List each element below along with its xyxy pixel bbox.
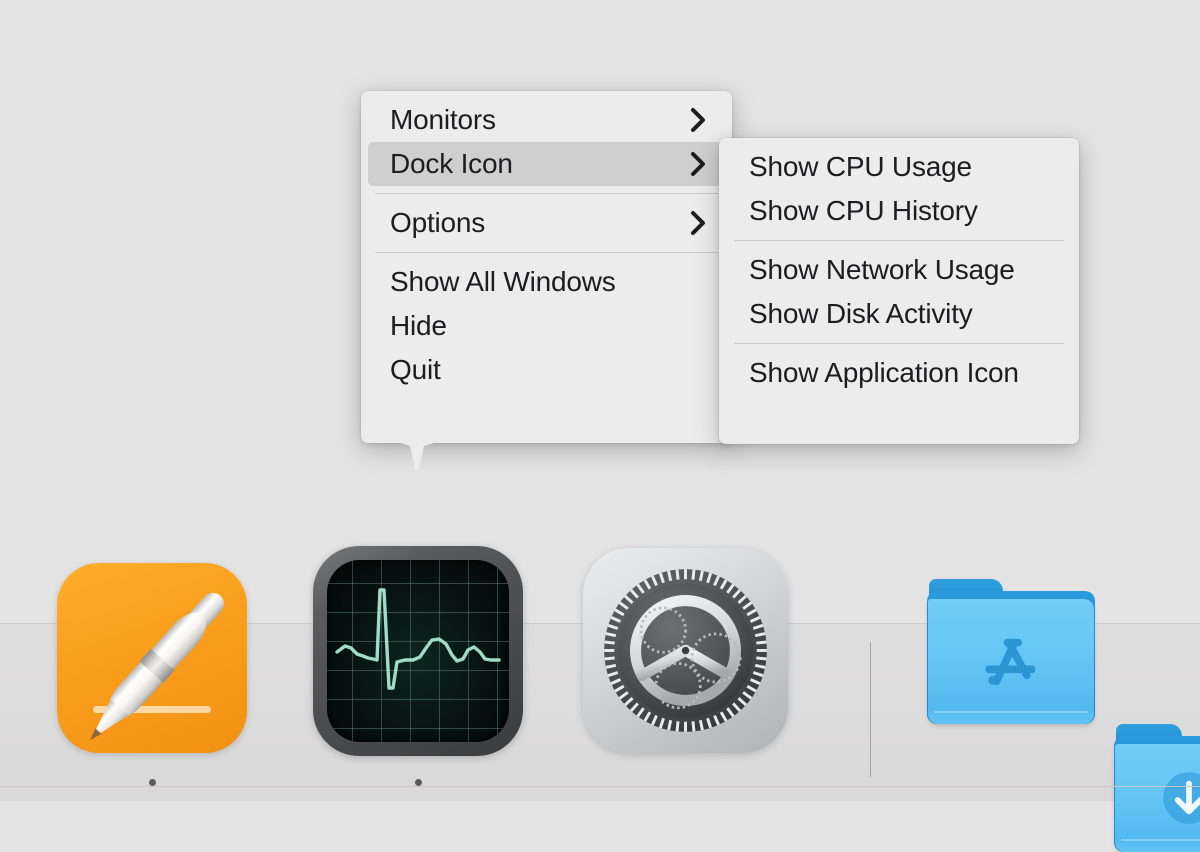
menu-separator — [375, 252, 718, 253]
downloads-folder-icon — [1115, 744, 1200, 852]
pages-icon — [57, 563, 247, 753]
context-menu-pointer — [394, 441, 440, 473]
menu-item-monitors[interactable]: Monitors — [361, 98, 732, 142]
dock-bottom-divider — [0, 786, 1200, 787]
oscilloscope-screen — [327, 560, 509, 742]
gear-icon — [583, 548, 788, 753]
dock-tile-activity-monitor[interactable] — [313, 546, 523, 756]
menu-item-show-cpu-history[interactable]: Show CPU History — [719, 189, 1079, 233]
activity-monitor-icon — [313, 546, 523, 756]
menu-separator — [375, 193, 718, 194]
menu-item-label: Show Network Usage — [749, 254, 1015, 285]
menu-item-label: Quit — [390, 354, 441, 385]
menu-item-label: Show CPU History — [749, 195, 978, 226]
menu-item-show-application-icon[interactable]: Show Application Icon — [719, 351, 1079, 395]
dock-separator — [870, 642, 871, 777]
menu-item-show-network-usage[interactable]: Show Network Usage — [719, 248, 1079, 292]
gear-glyph — [600, 565, 771, 736]
chevron-right-icon — [690, 107, 707, 133]
menu-item-quit[interactable]: Quit — [361, 348, 732, 392]
running-indicator-activity-monitor — [415, 779, 422, 786]
dock-icon-submenu: Show CPU Usage Show CPU History Show Net… — [719, 138, 1079, 444]
menu-item-label: Show All Windows — [390, 266, 616, 297]
applications-folder-icon — [928, 599, 1094, 724]
menu-item-label: Show Application Icon — [749, 357, 1019, 388]
dock-tile-system-preferences[interactable] — [583, 548, 788, 753]
chevron-right-icon — [690, 151, 707, 177]
menu-item-label: Dock Icon — [390, 148, 513, 179]
menu-item-label: Hide — [390, 310, 447, 341]
menu-separator — [734, 343, 1064, 344]
menu-item-dock-icon[interactable]: Dock Icon — [368, 142, 725, 186]
pen-icon — [81, 586, 232, 749]
menu-item-label: Show Disk Activity — [749, 298, 973, 329]
menu-item-show-disk-activity[interactable]: Show Disk Activity — [719, 292, 1079, 336]
menu-item-label: Options — [390, 207, 486, 238]
menu-item-hide[interactable]: Hide — [361, 304, 732, 348]
dock-tile-downloads[interactable] — [1114, 724, 1200, 852]
dock-tile-pages[interactable] — [57, 563, 247, 753]
menu-item-show-all-windows[interactable]: Show All Windows — [361, 260, 732, 304]
download-arrow-icon — [1163, 772, 1200, 824]
ekg-waveform-icon — [335, 588, 501, 690]
running-indicator-pages — [149, 779, 156, 786]
menu-item-options[interactable]: Options — [361, 201, 732, 245]
dock-context-menu: Monitors Dock Icon Options Show All Wind… — [361, 91, 732, 443]
chevron-right-icon — [690, 210, 707, 236]
dock-tile-applications[interactable] — [927, 579, 1095, 724]
menu-item-label: Show CPU Usage — [749, 151, 972, 182]
app-store-glyph — [985, 638, 1036, 685]
menu-item-show-cpu-usage[interactable]: Show CPU Usage — [719, 145, 1079, 189]
dock-tiles-container — [0, 546, 1200, 852]
menu-item-label: Monitors — [390, 104, 496, 135]
menu-separator — [734, 240, 1064, 241]
dock — [0, 546, 1200, 852]
